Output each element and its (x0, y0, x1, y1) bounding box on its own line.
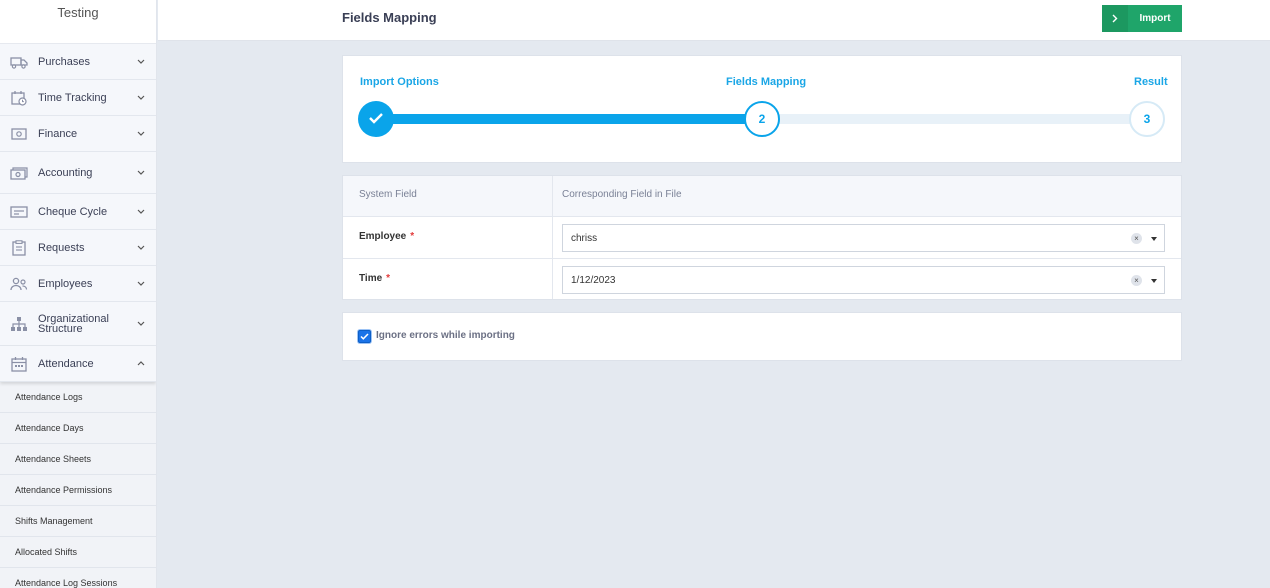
sidebar-subitem-shifts-management[interactable]: Shifts Management (0, 506, 156, 537)
employee-field-select[interactable]: chriss × (562, 224, 1165, 252)
ignore-errors-label[interactable]: Ignore errors while importing (376, 330, 515, 341)
sidebar-item-finance[interactable]: Finance (0, 116, 156, 152)
sidebar-subitem-attendance-permissions[interactable]: Attendance Permissions (0, 475, 156, 506)
money-stack-icon (10, 164, 28, 182)
sidebar-item-label: Time Tracking (38, 91, 107, 104)
column-header-corresponding-field: Corresponding Field in File (562, 189, 682, 200)
sidebar-item-label: Employees (38, 277, 93, 290)
step-circle-active: 2 (744, 101, 780, 137)
fields-mapping-table: System Field Corresponding Field in File… (342, 175, 1182, 300)
sidebar-subitem-attendance-sheets[interactable]: Attendance Sheets (0, 444, 156, 475)
chevron-down-icon (136, 207, 146, 217)
sidebar-item-label: Purchases (38, 55, 90, 68)
step-label-result: Result (1134, 76, 1168, 88)
column-divider (552, 176, 553, 299)
sidebar-item-label: Cheque Cycle (38, 205, 108, 218)
caret-down-icon[interactable] (1151, 237, 1157, 241)
step-label-import-options: Import Options (360, 76, 439, 88)
cash-icon (10, 125, 28, 143)
sidebar-item-label: Finance (38, 127, 78, 140)
step-circle-pending: 3 (1129, 101, 1165, 137)
sidebar-item-label: Requests (38, 241, 85, 254)
sidebar-item-time-tracking[interactable]: Time Tracking (0, 80, 156, 116)
clear-icon[interactable]: × (1131, 233, 1142, 244)
cheque-icon (10, 203, 28, 221)
clear-icon[interactable]: × (1131, 275, 1142, 286)
time-field-select[interactable]: 1/12/2023 × (562, 266, 1165, 294)
field-name: Employee (359, 231, 407, 242)
chevron-down-icon (136, 168, 146, 178)
import-stepper: Import Options Fields Mapping Result 2 3 (342, 55, 1182, 163)
column-header-system-field: System Field (359, 189, 417, 200)
required-marker: * (410, 231, 415, 242)
required-marker: * (386, 273, 391, 284)
sidebar-item-purchases[interactable]: Purchases (0, 44, 156, 80)
sidebar-subitem-attendance-logs[interactable]: Attendance Logs (0, 382, 156, 413)
step-label-fields-mapping: Fields Mapping (726, 76, 807, 88)
chevron-down-icon (136, 93, 146, 103)
caret-down-icon[interactable] (1151, 279, 1157, 283)
chevron-down-icon (136, 243, 146, 253)
table-header: System Field Corresponding Field in File (343, 176, 1181, 217)
sidebar-subitem-attendance-log-sessions[interactable]: Attendance Log Sessions (0, 568, 156, 588)
page-header: Fields Mapping Import (158, 0, 1270, 41)
select-value: chriss (571, 233, 598, 244)
org-chart-icon (10, 315, 28, 333)
sidebar-item-label: Accounting (38, 166, 93, 179)
users-icon (10, 275, 28, 293)
sidebar-item-organizational-structure[interactable]: Organizational Structure (0, 302, 156, 346)
sidebar-subitem-allocated-shifts[interactable]: Allocated Shifts (0, 537, 156, 568)
chevron-up-icon (136, 359, 146, 369)
sidebar-item-attendance[interactable]: Attendance (0, 346, 156, 382)
table-row: Employee * chriss × (343, 217, 1181, 259)
page-title: Fields Mapping (342, 10, 437, 25)
field-name: Time (359, 273, 383, 284)
import-options-panel: Ignore errors while importing (342, 312, 1182, 361)
chevron-down-icon (136, 279, 146, 289)
truck-icon (10, 53, 28, 71)
sidebar-subitem-attendance-days[interactable]: Attendance Days (0, 413, 156, 444)
chevron-down-icon (136, 129, 146, 139)
sidebar-item-label: Attendance (38, 357, 94, 370)
sidebar-item-label-line: Structure (38, 322, 83, 335)
sidebar-item-accounting[interactable]: Accounting (0, 152, 156, 194)
chevron-down-icon (136, 319, 146, 329)
field-label: Time * (359, 273, 390, 284)
sidebar-item-cheque-cycle[interactable]: Cheque Cycle (0, 194, 156, 230)
calendar-clock-icon (10, 89, 28, 107)
select-value: 1/12/2023 (571, 275, 616, 286)
sidebar-item-label: Organizational Structure (38, 312, 136, 335)
sidebar-item-employees[interactable]: Employees (0, 266, 156, 302)
step-circle-done (358, 101, 394, 137)
import-button[interactable]: Import (1102, 5, 1182, 32)
sidebar: Testing Purchases Time Tracking Finance … (0, 0, 157, 588)
brand-name: Testing (0, 0, 156, 44)
chevron-right-icon (1102, 5, 1128, 32)
calendar-icon (10, 355, 28, 373)
sidebar-item-requests[interactable]: Requests (0, 230, 156, 266)
progress-fill (377, 114, 763, 124)
import-button-label: Import (1139, 13, 1171, 24)
table-row: Time * 1/12/2023 × (343, 259, 1181, 301)
field-label: Employee * (359, 231, 414, 242)
sidebar-item-label-line: Organizational (38, 312, 109, 325)
check-icon (368, 112, 384, 127)
chevron-down-icon (136, 57, 146, 67)
ignore-errors-checkbox[interactable] (358, 330, 371, 343)
clipboard-icon (10, 239, 28, 257)
